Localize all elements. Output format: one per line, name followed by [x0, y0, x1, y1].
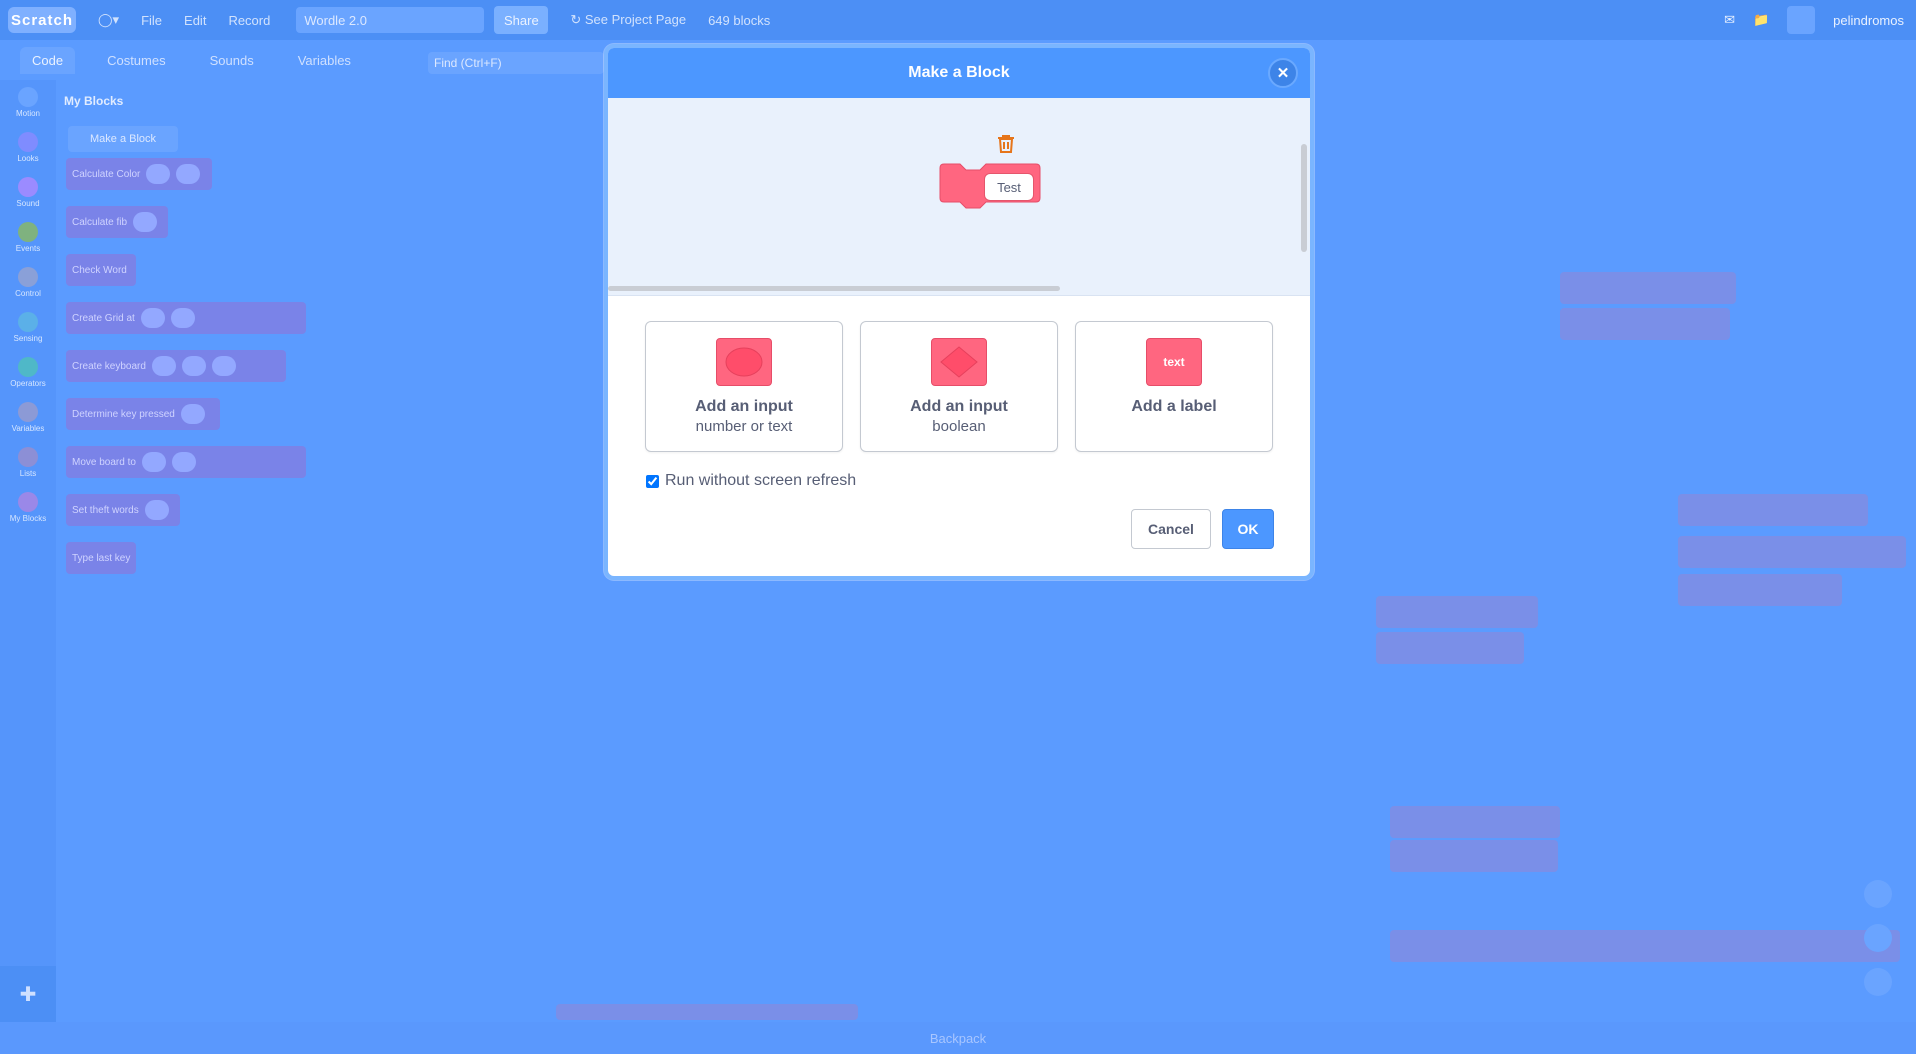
category-label: Sound [16, 199, 40, 208]
add-label-button[interactable]: text Add a label [1075, 321, 1273, 452]
trash-icon[interactable] [997, 134, 1015, 154]
close-button[interactable]: ✕ [1268, 58, 1298, 88]
tab-variables[interactable]: Variables [286, 47, 363, 74]
username-label[interactable]: pelindromos [1833, 13, 1904, 28]
dialog-title: Make a Block [908, 64, 1010, 81]
category-label: Variables [11, 424, 45, 433]
label-icon: text [1146, 338, 1202, 386]
share-button[interactable]: Share [494, 6, 549, 34]
dialog-header: Make a Block ✕ [608, 48, 1310, 98]
language-icon[interactable]: ◯▾ [98, 12, 119, 28]
category-sound[interactable]: Sound [0, 170, 56, 215]
find-input[interactable]: Find (Ctrl+F) [428, 52, 604, 74]
palette-block[interactable]: Determine key pressed [66, 398, 220, 430]
backpack-label: Backpack [929, 1030, 987, 1046]
script-block[interactable] [1376, 596, 1538, 628]
script-block[interactable] [1678, 574, 1842, 606]
run-without-refresh-checkbox[interactable] [646, 474, 659, 488]
block-count-label: 649 blocks [708, 12, 771, 28]
palette-block[interactable]: Type last key [66, 542, 136, 574]
block-name-input[interactable]: Test [984, 173, 1034, 201]
my-stuff-icon[interactable]: 📁 [1753, 12, 1769, 28]
palette-title: My Blocks [64, 94, 124, 108]
palette-block[interactable]: Move board to [66, 446, 306, 478]
make-a-block-dialog: Make a Block ✕ Test Add an input number … [604, 44, 1314, 580]
scratch-logo[interactable]: Scratch [8, 7, 76, 33]
messages-icon[interactable]: ✉ [1724, 12, 1735, 28]
add-extension-button[interactable]: ✚ [0, 966, 56, 1022]
palette-block[interactable]: Calculate fib [66, 206, 168, 238]
run-without-refresh-row[interactable]: Run without screen refresh [646, 472, 856, 490]
block-preview-workspace: Test [608, 98, 1310, 296]
menu-file[interactable]: File [141, 13, 162, 28]
menu-edit[interactable]: Edit [184, 13, 206, 28]
category-label: Operators [10, 379, 46, 388]
category-operators[interactable]: Operators [0, 350, 56, 395]
tab-code[interactable]: Code [20, 46, 76, 74]
option-title: Add an input [695, 398, 793, 415]
vertical-scrollbar[interactable] [1301, 144, 1307, 252]
category-label: Control [15, 289, 41, 298]
option-subtitle: boolean [932, 418, 986, 435]
category-variables[interactable]: Variables [0, 395, 56, 440]
category-label: Looks [17, 154, 39, 163]
see-project-page-link[interactable]: ↻ See Project Page [570, 12, 686, 28]
script-block[interactable] [1390, 806, 1560, 838]
category-sensing[interactable]: Sensing [0, 305, 56, 350]
palette-block[interactable]: Create keyboard [66, 350, 286, 382]
avatar[interactable] [1787, 6, 1816, 34]
make-a-block-button[interactable]: Make a Block [68, 126, 178, 152]
menu-bar: Scratch ◯▾ File Edit Record Wordle 2.0 S… [0, 0, 1916, 40]
category-label: My Blocks [9, 514, 47, 523]
category-looks[interactable]: Looks [0, 125, 56, 170]
option-title: Add an input [910, 398, 1008, 415]
project-title-input[interactable]: Wordle 2.0 [296, 7, 485, 33]
close-icon: ✕ [1276, 65, 1290, 82]
zoom-in-button[interactable] [1864, 880, 1892, 908]
category-events[interactable]: Events [0, 215, 56, 260]
script-block[interactable] [1678, 536, 1906, 568]
category-my-blocks[interactable]: My Blocks [0, 485, 56, 530]
palette-block[interactable]: Set theft words [66, 494, 180, 526]
script-block[interactable] [556, 1004, 858, 1020]
script-block[interactable] [1560, 308, 1730, 340]
tab-costumes[interactable]: Costumes [95, 47, 178, 74]
add-input-boolean-button[interactable]: Add an input boolean [860, 321, 1058, 452]
script-block[interactable] [1376, 632, 1524, 664]
see-project-page-label: See Project Page [584, 12, 687, 27]
zoom-out-button[interactable] [1864, 924, 1892, 952]
round-input-icon [716, 338, 772, 386]
palette-block[interactable]: Check Word [66, 254, 136, 286]
palette-block[interactable]: Calculate Color [66, 158, 212, 190]
add-input-number-text-button[interactable]: Add an input number or text [645, 321, 843, 452]
boolean-input-icon [931, 338, 987, 386]
category-label: Sensing [13, 334, 43, 343]
category-lists[interactable]: Lists [0, 440, 56, 485]
block-options: Add an input number or text Add an input… [608, 296, 1310, 452]
tab-sounds[interactable]: Sounds [198, 47, 266, 74]
menu-record[interactable]: Record [228, 13, 270, 28]
horizontal-scrollbar[interactable] [608, 286, 1060, 291]
script-block[interactable] [1390, 930, 1900, 962]
palette-block[interactable]: Create Grid at [66, 302, 306, 334]
script-block[interactable] [1560, 272, 1736, 304]
zoom-reset-button[interactable] [1864, 968, 1892, 996]
category-label: Motion [15, 109, 40, 118]
category-motion[interactable]: Motion [0, 80, 56, 125]
ok-button[interactable]: OK [1222, 509, 1274, 549]
category-control[interactable]: Control [0, 260, 56, 305]
category-label: Events [15, 244, 41, 253]
script-block[interactable] [1678, 494, 1868, 526]
cancel-button[interactable]: Cancel [1131, 509, 1211, 549]
category-label: Lists [19, 469, 37, 478]
option-subtitle: number or text [695, 418, 793, 435]
label-icon-text: text [1163, 355, 1185, 369]
run-without-refresh-label: Run without screen refresh [665, 472, 857, 489]
block-palette: My Blocks Make a Block Calculate Color C… [56, 80, 306, 1020]
category-menu: Motion Looks Sound Events Control Sensin… [0, 80, 56, 1020]
option-title: Add a label [1131, 398, 1217, 415]
backpack[interactable]: Backpack [0, 1022, 1916, 1054]
script-block[interactable] [1390, 840, 1558, 872]
